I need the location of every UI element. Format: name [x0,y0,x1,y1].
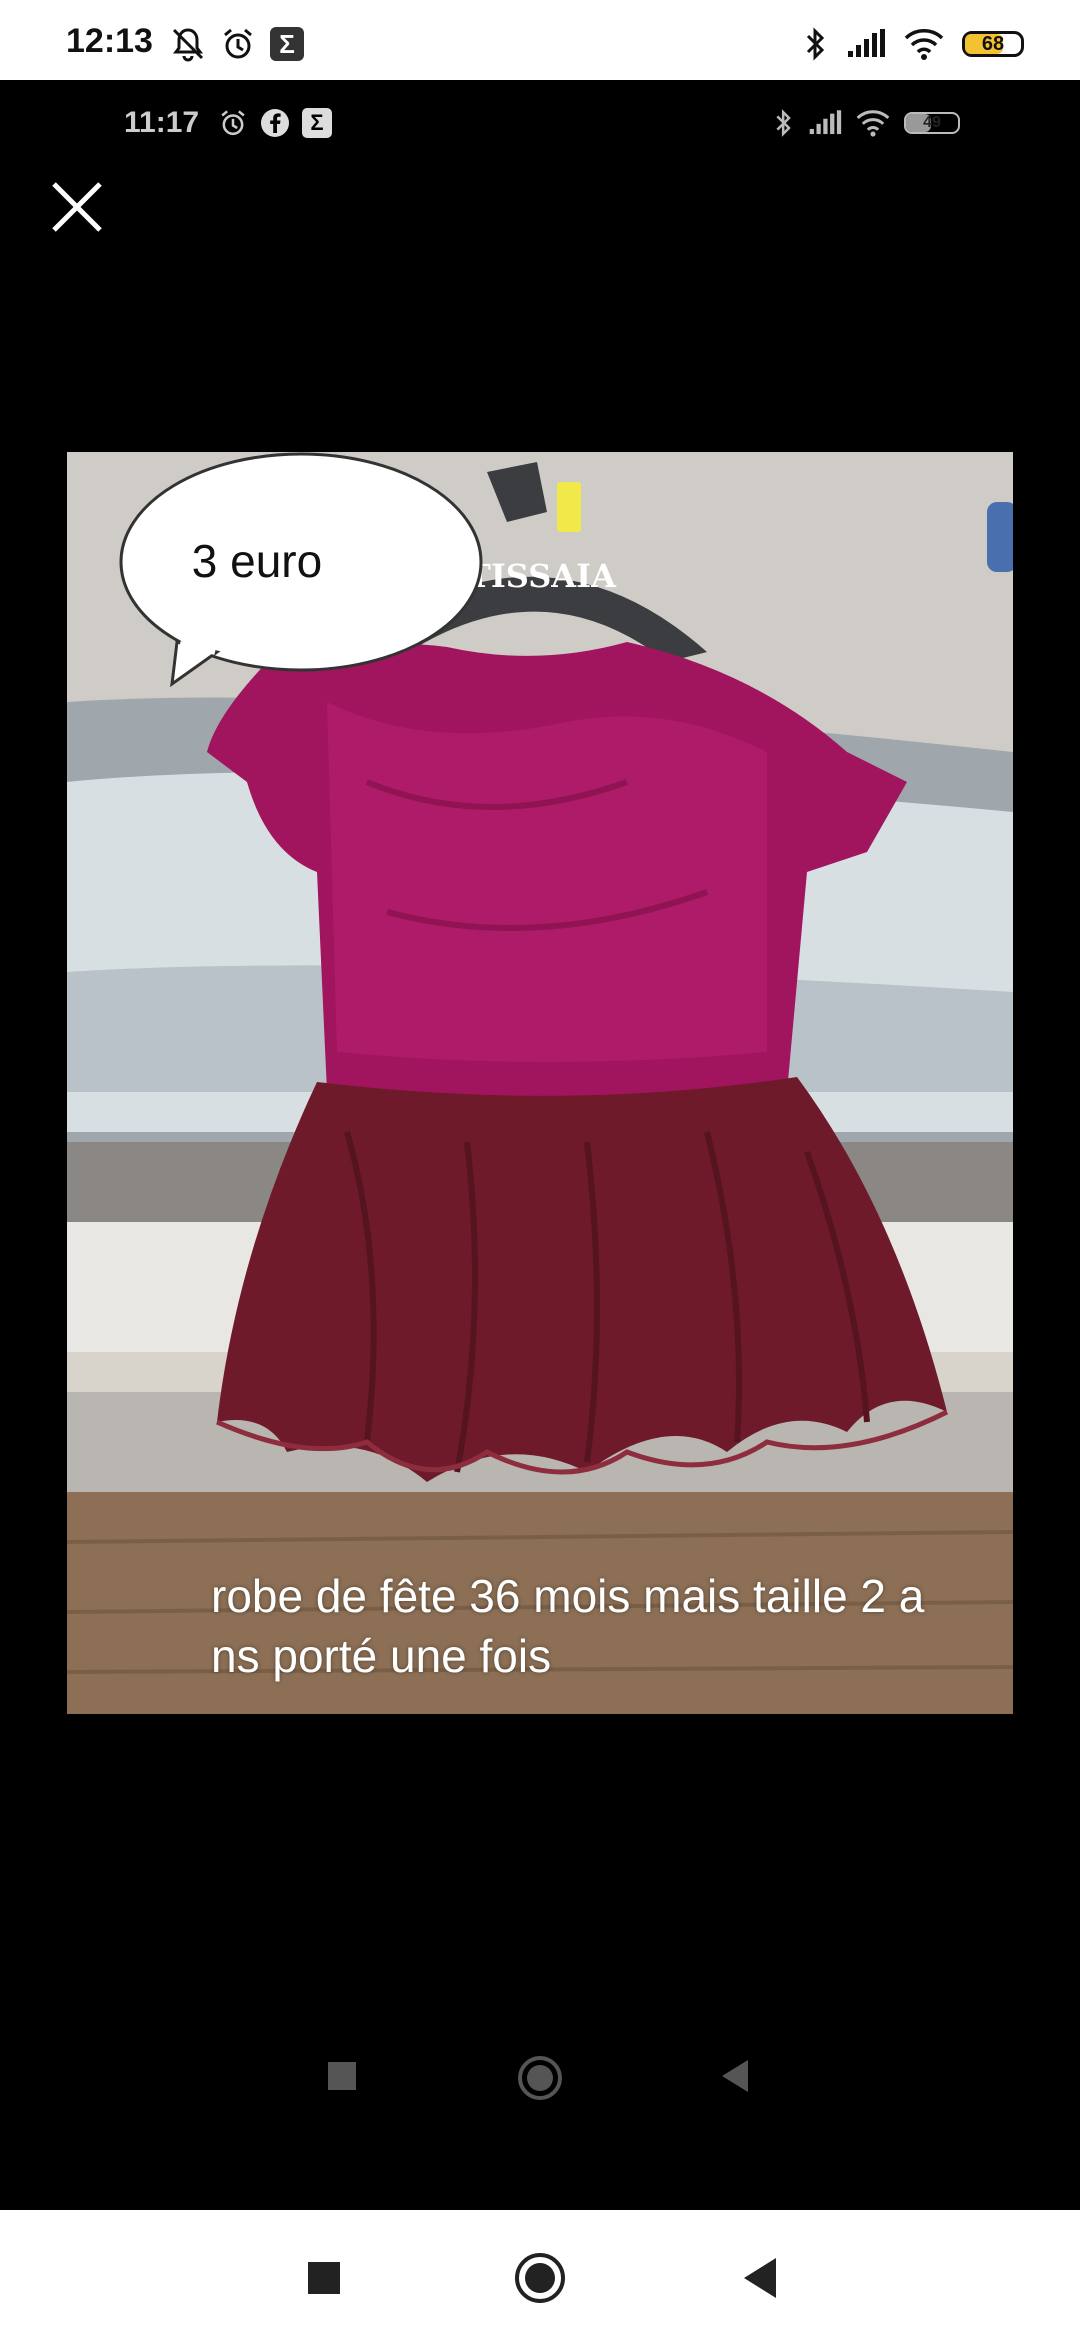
navigation-bar [0,2210,1080,2340]
dress-illustration: TISSAIA [67,452,1013,1714]
inner-status-right-icons: 49 [774,108,960,138]
close-icon [52,182,102,232]
bluetooth-icon [776,109,791,137]
status-time: 12:13 [66,22,153,60]
circle-icon [518,2056,562,2100]
caption-line-2: ns porté une fois [211,1630,552,1682]
status-left-icons: Σ [170,26,304,62]
alarm-icon [224,28,252,59]
dress-photo[interactable]: TISSAIA 3 euro robe de fête 36 mois mais… [67,452,1013,1714]
home-button[interactable] [512,2250,568,2306]
back-button[interactable] [734,2250,790,2306]
battery-level: 68 [981,33,1005,55]
caption-line-1: robe de fête 36 mois mais taille 2 a [211,1570,925,1622]
sigma-app-icon: Σ [270,27,304,61]
triangle-back-icon [744,2258,776,2298]
signal-icon [809,110,842,135]
close-button[interactable] [46,176,108,238]
inner-battery-level: 49 [923,114,941,131]
facebook-icon [261,109,289,137]
signal-icon [848,29,885,57]
price-text: 3 euro [191,535,323,587]
inner-status-bar: 11:17 Σ 49 [0,80,1080,170]
circle-icon [515,2253,565,2303]
square-icon [308,2262,340,2294]
inner-status-time: 11:17 [124,106,200,139]
battery-icon: 49 [904,112,960,134]
square-icon [328,2062,356,2090]
svg-text:TISSAIA: TISSAIA [467,557,617,595]
wifi-icon [856,110,890,137]
photo-caption: robe de fête 36 mois mais taille 2 a ns … [211,1566,991,1686]
wifi-icon [904,29,944,60]
inner-status-left-icons: Σ [218,108,332,138]
inner-nav-bar [0,2030,1080,2130]
status-right-icons: 68 [804,26,1024,62]
recents-button[interactable] [296,2250,352,2306]
status-bar: 12:13 Σ 68 [0,0,1080,80]
battery-icon: 68 [962,31,1024,57]
alarm-icon [221,110,245,136]
sigma-app-icon: Σ [302,108,332,138]
triangle-back-icon [722,2060,748,2092]
mute-bell-icon [172,28,204,62]
bluetooth-icon [806,27,825,61]
image-viewer: 11:17 Σ 49 TISSAIA 3 euro robe de fête 3… [0,80,1080,2210]
